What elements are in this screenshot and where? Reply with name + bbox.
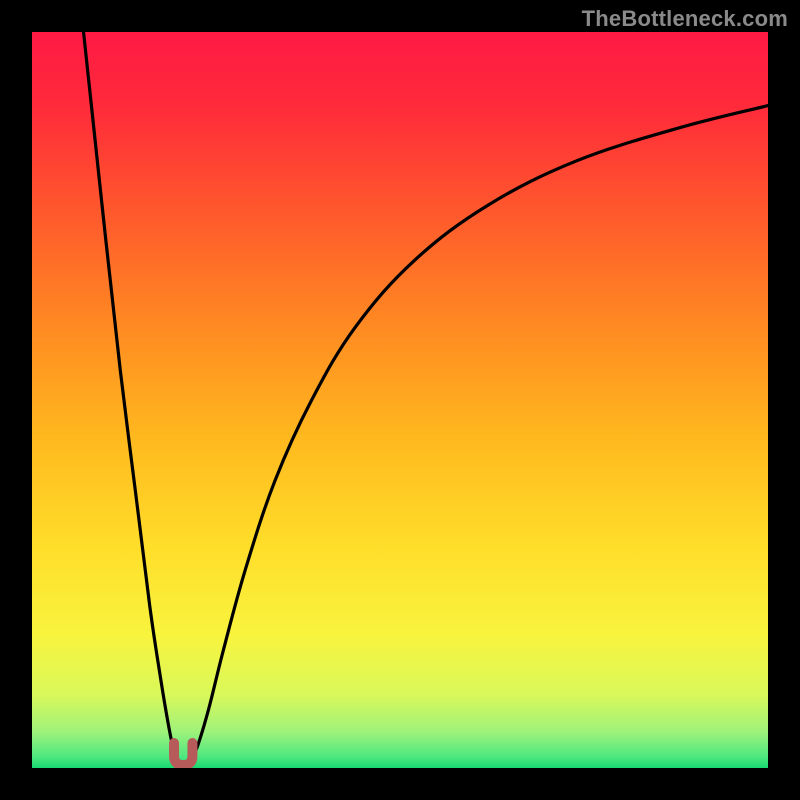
curve-layer	[32, 32, 768, 768]
curve-left-branch	[84, 32, 178, 762]
chart-frame: TheBottleneck.com	[0, 0, 800, 800]
minimum-u-marker	[174, 743, 192, 765]
watermark-text: TheBottleneck.com	[582, 6, 788, 32]
curve-right-branch	[190, 106, 768, 763]
plot-area	[32, 32, 768, 768]
